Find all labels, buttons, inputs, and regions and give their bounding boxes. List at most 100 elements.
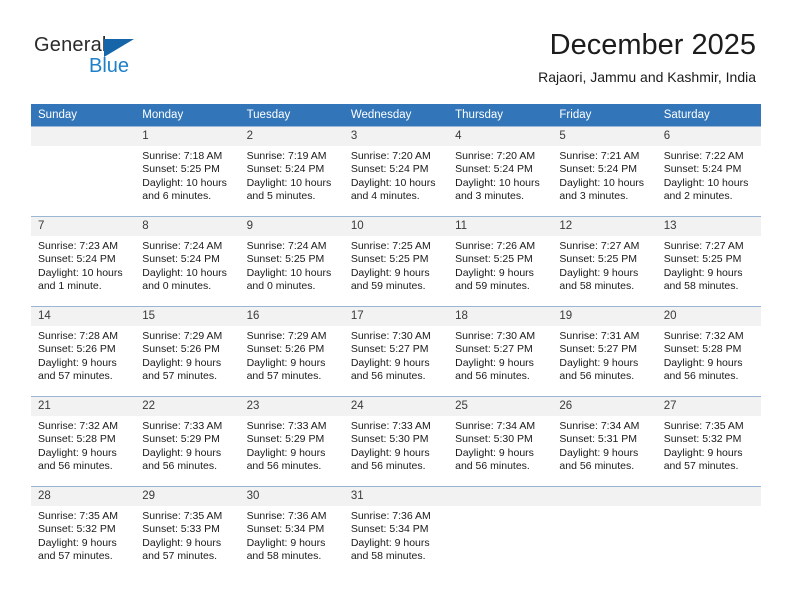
calendar-day-cell[interactable]: 22 Sunrise: 7:33 AM Sunset: 5:29 PM Dayligh… [135,396,240,487]
sunset-text: Sunset: 5:30 PM [455,433,533,446]
daylight-text-line1: Daylight: 9 hours [455,266,534,279]
calendar-day-cell[interactable]: 21 Sunrise: 7:32 AM Sunset: 5:28 PM Dayligh… [31,396,136,487]
daylight-text-line2: and 58 minutes. [246,549,322,562]
day-details: Sunrise: 7:30 AM Sunset: 5:27 PM Daylight:… [344,326,448,383]
general-blue-logo[interactable]: General Blue [34,34,154,80]
daylight-text-line1: Daylight: 9 hours [663,266,743,279]
calendar-day-cell[interactable]: 2 Sunrise: 7:19 AM Sunset: 5:24 PM Daylight… [239,126,344,217]
sunrise-text: Sunrise: 7:20 AM [350,150,431,162]
calendar-day-cell[interactable]: 18 Sunrise: 7:30 AM Sunset: 5:27 PM Dayligh… [448,306,553,397]
daylight-text-line1: Daylight: 9 hours [350,536,430,549]
calendar-day-cell[interactable]: 20 Sunrise: 7:32 AM Sunset: 5:28 PM Dayligh… [656,306,761,397]
sunrise-text: Sunrise: 7:35 AM [663,420,744,432]
daylight-text-line1: Daylight: 10 hours [559,176,645,189]
calendar-day-cell[interactable]: 27 Sunrise: 7:35 AM Sunset: 5:32 PM Dayligh… [656,396,761,487]
title-block: December 2025 Rajaori, Jammu and Kashmir… [538,28,756,86]
day-details: Sunrise: 7:24 AM Sunset: 5:24 PM Daylight:… [135,236,239,293]
sunset-text: Sunset: 5:29 PM [246,433,325,446]
calendar-day-cell[interactable]: 29 Sunrise: 7:35 AM Sunset: 5:33 PM Dayligh… [135,486,240,576]
day-details: Sunrise: 7:25 AM Sunset: 5:25 PM Daylight:… [344,236,448,293]
sunset-text: Sunset: 5:28 PM [663,343,742,356]
sunset-text: Sunset: 5:27 PM [350,343,429,356]
calendar-day-cell[interactable]: 31 Sunrise: 7:36 AM Sunset: 5:34 PM Dayligh… [343,486,449,576]
day-number: 28 [31,487,136,506]
calendar-day-cell[interactable]: 23 Sunrise: 7:33 AM Sunset: 5:29 PM Dayligh… [239,396,344,487]
calendar-day-cell[interactable]: 30 Sunrise: 7:36 AM Sunset: 5:34 PM Dayligh… [239,486,344,576]
daylight-text-line2: and 56 minutes. [559,459,635,472]
day-details: Sunrise: 7:32 AM Sunset: 5:28 PM Daylight:… [31,416,135,473]
daylight-text-line2: and 56 minutes. [38,459,113,472]
daylight-text-line2: and 0 minutes. [246,279,316,292]
weekday-header-row: Sunday Monday Tuesday Wednesday Thursday Frid… [31,104,761,127]
sunrise-text: Sunrise: 7:25 AM [350,240,431,252]
calendar-day-cell[interactable]: 11 Sunrise: 7:26 AM Sunset: 5:25 PM Dayligh… [448,216,553,307]
calendar-page: General Blue December 2025 Rajaori, Jamm… [0,0,792,612]
daylight-text-line2: and 59 minutes. [350,279,426,292]
calendar-day-cell[interactable]: 1 Sunrise: 7:18 AM Sunset: 5:25 PM Daylight… [135,126,240,217]
sunrise-text: Sunrise: 7:35 AM [38,510,118,522]
sunrise-text: Sunrise: 7:34 AM [559,420,640,432]
daylight-text-line1: Daylight: 9 hours [142,536,222,549]
day-number [31,127,136,146]
calendar-day-cell[interactable]: 16 Sunrise: 7:29 AM Sunset: 5:26 PM Dayligh… [239,306,344,397]
calendar-day-cell[interactable]: 15 Sunrise: 7:29 AM Sunset: 5:26 PM Dayligh… [135,306,240,397]
daylight-text-line2: and 5 minutes. [246,189,316,202]
sunrise-text: Sunrise: 7:27 AM [559,240,640,252]
calendar-day-cell[interactable]: 14 Sunrise: 7:28 AM Sunset: 5:26 PM Dayligh… [31,306,136,397]
calendar-day-cell[interactable]: 8 Sunrise: 7:24 AM Sunset: 5:24 PM Daylight… [135,216,240,307]
daylight-text-line1: Daylight: 9 hours [350,356,430,369]
weekday-header-tuesday: Tuesday [239,104,344,127]
day-details: Sunrise: 7:32 AM Sunset: 5:28 PM Daylight:… [657,326,761,383]
daylight-text-line2: and 1 minute. [38,279,102,292]
daylight-text-line1: Daylight: 9 hours [142,446,222,459]
sunrise-text: Sunrise: 7:24 AM [246,240,327,252]
daylight-text-line1: Daylight: 9 hours [246,446,326,459]
day-details: Sunrise: 7:35 AM Sunset: 5:32 PM Daylight:… [657,416,761,473]
sunset-text: Sunset: 5:24 PM [142,253,220,266]
calendar-day-cell[interactable]: 3 Sunrise: 7:20 AM Sunset: 5:24 PM Daylight… [343,126,449,217]
daylight-text-line2: and 57 minutes. [246,369,322,382]
weekday-header-monday: Monday [135,104,240,127]
sunset-text: Sunset: 5:32 PM [38,523,116,536]
day-details: Sunrise: 7:22 AM Sunset: 5:24 PM Daylight:… [657,146,761,203]
daylight-text-line2: and 56 minutes. [663,369,739,382]
daylight-text-line1: Daylight: 9 hours [246,356,326,369]
calendar-day-cell[interactable]: 26 Sunrise: 7:34 AM Sunset: 5:31 PM Dayligh… [552,396,657,487]
daylight-text-line1: Daylight: 10 hours [455,176,540,189]
sunset-text: Sunset: 5:29 PM [142,433,220,446]
sunset-text: Sunset: 5:25 PM [142,163,220,176]
calendar-day-cell[interactable]: 12 Sunrise: 7:27 AM Sunset: 5:25 PM Dayligh… [552,216,657,307]
calendar-day-cell[interactable]: 9 Sunrise: 7:24 AM Sunset: 5:25 PM Daylight… [239,216,344,307]
daylight-text-line1: Daylight: 9 hours [350,266,430,279]
calendar-day-cell[interactable]: 6 Sunrise: 7:22 AM Sunset: 5:24 PM Daylight… [656,126,761,217]
day-number: 10 [343,217,449,236]
day-details: Sunrise: 7:19 AM Sunset: 5:24 PM Daylight:… [240,146,344,203]
sunset-text: Sunset: 5:27 PM [559,343,638,356]
calendar-day-cell[interactable]: 10 Sunrise: 7:25 AM Sunset: 5:25 PM Dayligh… [343,216,449,307]
day-number: 6 [656,127,761,146]
calendar-day-cell[interactable]: 17 Sunrise: 7:30 AM Sunset: 5:27 PM Dayligh… [343,306,449,397]
calendar-day-cell[interactable]: 19 Sunrise: 7:31 AM Sunset: 5:27 PM Dayligh… [552,306,657,397]
calendar-week-row: 1 Sunrise: 7:18 AM Sunset: 5:25 PM Daylight… [31,126,761,217]
daylight-text-line2: and 57 minutes. [38,549,113,562]
sunrise-text: Sunrise: 7:32 AM [663,330,744,342]
daylight-text-line2: and 56 minutes. [455,459,530,472]
daylight-text-line2: and 3 minutes. [455,189,525,202]
daylight-text-line1: Daylight: 10 hours [142,266,227,279]
day-number: 11 [448,217,553,236]
day-details: Sunrise: 7:20 AM Sunset: 5:24 PM Daylight:… [344,146,448,203]
day-number: 7 [31,217,136,236]
calendar-day-cell[interactable]: 7 Sunrise: 7:23 AM Sunset: 5:24 PM Daylight… [31,216,136,307]
calendar-day-cell[interactable]: 24 Sunrise: 7:33 AM Sunset: 5:30 PM Dayligh… [343,396,449,487]
calendar-day-cell[interactable]: 25 Sunrise: 7:34 AM Sunset: 5:30 PM Dayligh… [448,396,553,487]
day-details: Sunrise: 7:33 AM Sunset: 5:29 PM Daylight:… [135,416,239,473]
calendar-day-cell[interactable]: 5 Sunrise: 7:21 AM Sunset: 5:24 PM Daylight… [552,126,657,217]
day-details: Sunrise: 7:26 AM Sunset: 5:25 PM Daylight:… [448,236,552,293]
logo-text-blue: Blue [89,55,130,77]
calendar-day-cell[interactable]: 13 Sunrise: 7:27 AM Sunset: 5:25 PM Dayligh… [656,216,761,307]
calendar-day-cell[interactable]: 4 Sunrise: 7:20 AM Sunset: 5:24 PM Daylight… [448,126,553,217]
calendar-day-cell[interactable]: 28 Sunrise: 7:35 AM Sunset: 5:32 PM Dayligh… [31,486,136,576]
sunset-text: Sunset: 5:24 PM [350,163,429,176]
sunrise-text: Sunrise: 7:36 AM [350,510,431,522]
sunrise-text: Sunrise: 7:30 AM [350,330,431,342]
